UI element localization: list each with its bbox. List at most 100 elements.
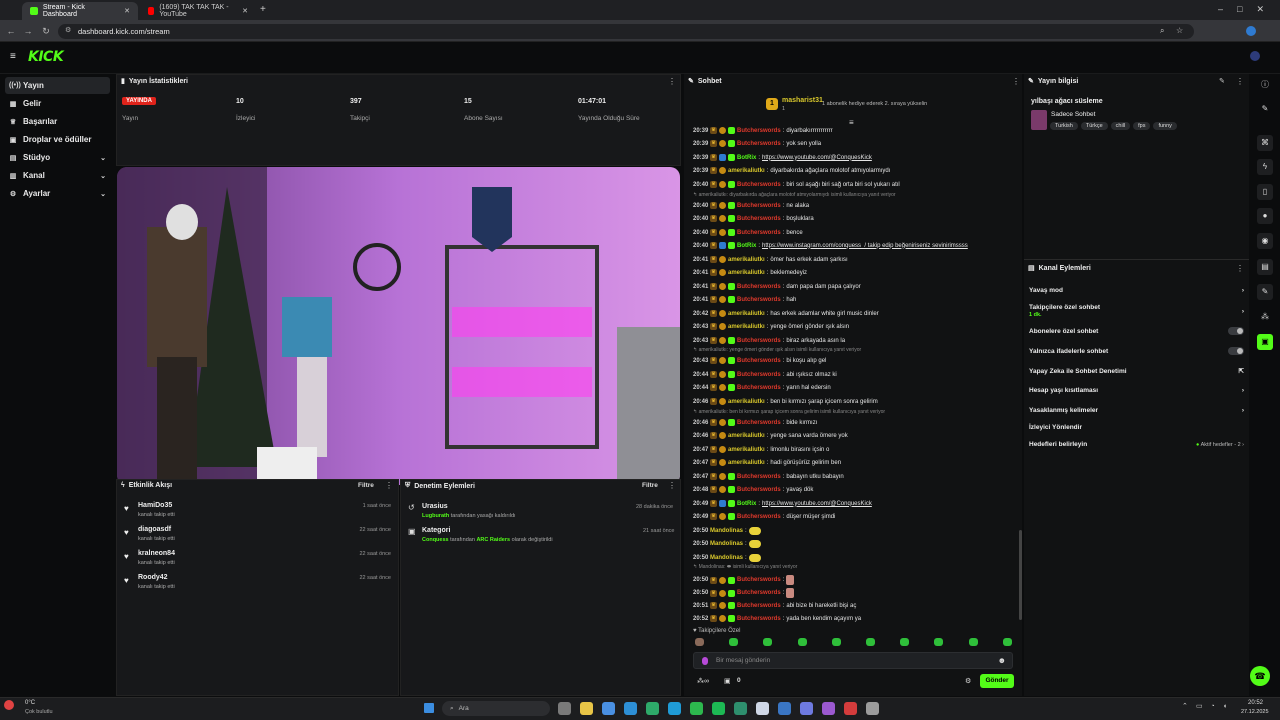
action-goals[interactable]: Hedefleri belirleyin ● Aktif hedefler - 2… (1029, 441, 1244, 448)
close-tab-icon[interactable]: ✕ (124, 7, 130, 15)
activity-user[interactable]: HamiDo35 (138, 502, 172, 509)
tray-status-icons[interactable]: ▭ ◔ ◖ (1196, 702, 1230, 710)
address-bar[interactable]: ⚙ dashboard.kick.com/stream (58, 24, 1194, 39)
emoji-icon[interactable]: ☻ (998, 656, 1006, 665)
chat-username[interactable]: Butcherswords (737, 182, 781, 188)
more-options-icon[interactable]: ⋮ (1236, 264, 1244, 273)
more-options-icon[interactable]: ⋮ (668, 481, 676, 490)
tray-chevron-icon[interactable]: ⌃ (1182, 702, 1188, 710)
chat-settings-icon[interactable]: ⚙ (965, 677, 971, 685)
kick-logo[interactable]: KICK (28, 49, 64, 65)
chat-username[interactable]: amerikaliutkı (728, 460, 765, 466)
layout-icon[interactable]: ⌘ (1257, 135, 1273, 151)
more-options-icon[interactable]: ⋮ (1012, 77, 1020, 86)
taskbar-app-icon[interactable] (844, 702, 857, 715)
windows-start-icon[interactable] (424, 703, 434, 713)
taskbar-app-icon[interactable] (690, 702, 703, 715)
points-icon[interactable]: ⁂∞ (697, 677, 709, 685)
reload-icon[interactable]: ↻ (40, 25, 52, 37)
chat-username[interactable]: Butcherswords (737, 372, 781, 378)
reply-context[interactable]: ↰ amerikaliutkı: diyarbakırda ağaçlara m… (693, 192, 896, 198)
site-info-icon[interactable]: ⚙ (65, 26, 71, 34)
chat-username[interactable]: Butcherswords (737, 590, 781, 596)
action-emote-only[interactable]: Yalnızca ifadelerle sohbet (1029, 347, 1244, 355)
emote-shortcut-icon[interactable] (1002, 638, 1012, 646)
chat-username[interactable]: amerikaliutkı (728, 399, 765, 405)
chat-input[interactable]: Bir mesaj gönderin ☻ (693, 652, 1013, 669)
taskbar-app-icon[interactable] (624, 702, 637, 715)
action-slow-mode[interactable]: Yavaş mod › (1029, 287, 1244, 294)
chat-username[interactable]: Butcherswords (737, 230, 781, 236)
back-icon[interactable]: ← (5, 25, 17, 37)
chat-username[interactable]: Butcherswords (737, 128, 781, 134)
chat-username[interactable]: Butcherswords (737, 385, 781, 391)
emote-shortcut-icon[interactable] (729, 638, 739, 646)
sidebar-item-basarilar[interactable]: ♕ Başarılar (5, 113, 110, 130)
more-options-icon[interactable]: ⋮ (385, 481, 393, 490)
taskbar-app-icon[interactable] (822, 702, 835, 715)
action-raid[interactable]: İzleyici Yönlendir (1029, 424, 1244, 431)
reply-context[interactable]: ↰ Mandolinas: ⬬ isimli kullanıcıya yanıt… (693, 564, 797, 570)
activity-user[interactable]: Roody42 (138, 574, 168, 581)
chat-username[interactable]: Butcherswords (737, 203, 781, 209)
chat-username[interactable]: Butcherswords (737, 420, 781, 426)
chat-username[interactable]: Butcherswords (737, 474, 781, 480)
chat-username[interactable]: Mandolinas (710, 528, 743, 534)
sidebar-item-droplar[interactable]: ▣ Droplar ve ödüller (5, 131, 110, 148)
info-icon[interactable]: ⓘ (1257, 77, 1273, 93)
more-options-icon[interactable]: ⋮ (1236, 77, 1244, 86)
chat-scrollbar[interactable] (1019, 530, 1022, 620)
taskbar-app-icon[interactable] (800, 702, 813, 715)
send-button[interactable]: Gönder (980, 674, 1014, 688)
active-tool-icon[interactable]: ▣ (1257, 334, 1273, 350)
activity-filter-button[interactable]: Filtre (358, 482, 374, 489)
action-banned-words[interactable]: Yasaklanmış kelimeler › (1029, 407, 1244, 414)
chat-username[interactable]: amerikaliutkı (728, 168, 765, 174)
activity-user[interactable]: kralneon84 (138, 550, 175, 557)
sidebar-item-ayarlar[interactable]: ⚙ Ayarlar ⌄ (5, 185, 110, 202)
emote-shortcut-icon[interactable] (831, 638, 841, 646)
chat-username[interactable]: Butcherswords (737, 487, 781, 493)
chat-username[interactable]: Butcherswords (737, 358, 781, 364)
chat-username[interactable]: Mandolinas (710, 541, 743, 547)
chat-username[interactable]: amerikaliutkı (728, 433, 765, 439)
reply-context[interactable]: ↰ amerikaliutkı: yenge ömeri gönder ışık… (693, 347, 861, 353)
chat-text[interactable]: https://www.instagram.com/conquess_/ tak… (762, 243, 968, 249)
chat-username[interactable]: amerikaliutkı (728, 324, 765, 330)
window-controls[interactable]: –□✕ (1218, 4, 1278, 15)
moderation-filter-button[interactable]: Filtre (642, 482, 658, 489)
help-chat-icon[interactable]: ☎ (1250, 666, 1270, 686)
sidebar-item-kanal[interactable]: ▥ Kanal ⌄ (5, 167, 110, 184)
chat-username[interactable]: amerikaliutkı (728, 270, 765, 276)
subscribers-only-toggle[interactable] (1228, 327, 1244, 335)
taskbar-app-icon[interactable] (668, 702, 681, 715)
emote-shortcut-icon[interactable] (797, 638, 807, 646)
chat-username[interactable]: Butcherswords (737, 216, 781, 222)
taskbar-app-icon[interactable] (712, 702, 725, 715)
taskbar-app-icon[interactable] (558, 702, 571, 715)
chat-text[interactable]: https://www.youtube.com/@ConquesKick (762, 501, 872, 507)
chat-username[interactable]: BotRix (737, 155, 756, 161)
emote-shortcut-icon[interactable] (763, 638, 773, 646)
sidebar-item-gelir[interactable]: ▦ Gelir (5, 95, 110, 112)
tab-kick-dashboard[interactable]: Stream - Kick Dashboard ✕ (22, 2, 138, 20)
sidebar-item-studyo[interactable]: ▤ Stüdyo ⌄ (5, 149, 110, 166)
category-name[interactable]: Sadece Sohbet (1051, 111, 1095, 118)
emote-shortcut-icon[interactable] (695, 638, 704, 646)
chat-username[interactable]: Mandolinas (710, 555, 743, 561)
chat-username[interactable]: amerikaliutkı (728, 311, 765, 317)
tab-youtube[interactable]: (1609) TAK TAK TAK - YouTube ✕ (140, 2, 256, 20)
forward-icon[interactable]: → (22, 25, 34, 37)
hamburger-menu-icon[interactable]: ≡ (10, 51, 16, 62)
activity-user[interactable]: diagoasdf (138, 526, 171, 533)
wrench-icon[interactable]: ✎ (1257, 284, 1273, 300)
taskbar-app-icon[interactable] (602, 702, 615, 715)
sidebar-item-yayin[interactable]: ((•)) Yayın (5, 77, 110, 94)
taskbar-search[interactable]: ⌕ Ara (442, 701, 550, 716)
action-account-age[interactable]: Hesap yaşı kısıtlaması › (1029, 387, 1244, 394)
action-ai-moderation[interactable]: Yapay Zeka ile Sohbet Denetimi ⇱ (1029, 367, 1244, 376)
taskbar-app-icon[interactable] (866, 702, 879, 715)
chat-username[interactable]: Butcherswords (737, 603, 781, 609)
taskbar-app-icon[interactable] (580, 702, 593, 715)
chat-username[interactable]: BotRix (737, 243, 756, 249)
